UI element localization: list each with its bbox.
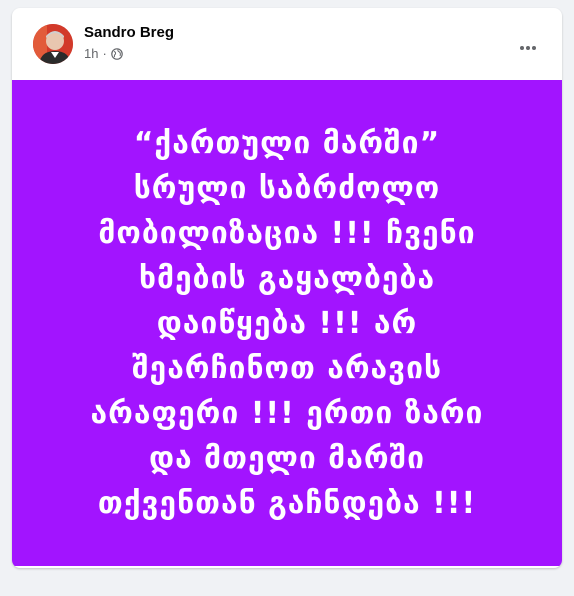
avatar[interactable]	[33, 24, 73, 64]
more-horizontal-icon	[520, 46, 536, 50]
meta-separator: ·	[102, 46, 107, 61]
post-text-background: “ქართული მარში” სრული საბრძოლო მობილიზაც…	[12, 80, 562, 566]
post-meta: 1h ·	[84, 46, 123, 61]
post-header: Sandro Breg 1h ·	[12, 8, 562, 80]
post-timestamp[interactable]: 1h	[84, 46, 98, 61]
post-card: Sandro Breg 1h · “ქართული მარში” სრული ს…	[12, 8, 562, 568]
avatar-image	[33, 24, 73, 64]
author-name[interactable]: Sandro Breg	[84, 24, 174, 41]
post-text: “ქართული მარში” სრული საბრძოლო მობილიზაც…	[90, 125, 484, 521]
globe-icon[interactable]	[111, 47, 123, 60]
more-options-button[interactable]	[510, 30, 546, 66]
